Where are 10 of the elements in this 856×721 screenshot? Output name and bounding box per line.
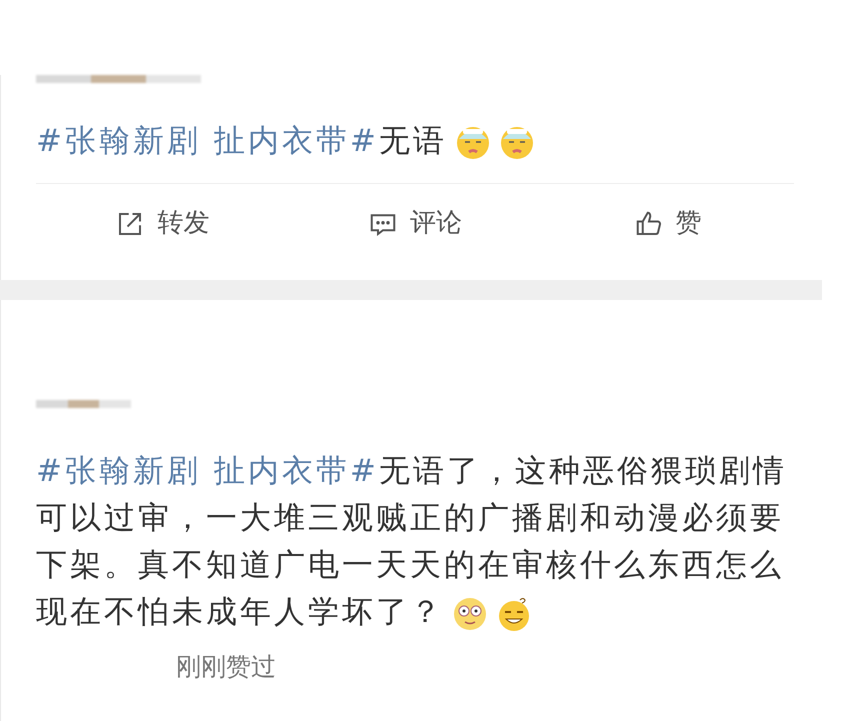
emoji-icon	[498, 124, 535, 161]
emoji-icon	[454, 124, 491, 161]
post-text: #张翰新剧 扯内衣带#无语	[36, 121, 822, 161]
action-button[interactable]: 转发	[36, 204, 289, 243]
post-text: #张翰新剧 扯内衣带#无语了，这种恶俗猥琐剧情可以过审，一大堆三观贼正的广播剧和动漫必须要下架。真不知道广电一天天的在审核什么东西怎么现在不怕未成年人学坏了？	[36, 452, 788, 634]
liked-status: 刚刚赞过	[176, 651, 277, 683]
action-button[interactable]: 评论	[288, 204, 542, 243]
action-button[interactable]: 赞	[541, 204, 794, 243]
emoji-icon	[452, 596, 488, 632]
emoji-icon	[496, 596, 532, 632]
